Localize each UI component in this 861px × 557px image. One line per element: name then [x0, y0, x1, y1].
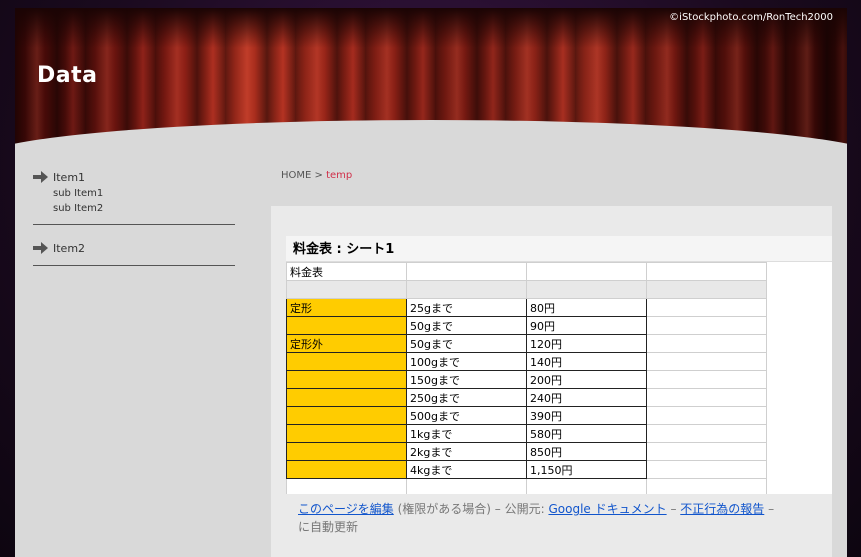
sidebar-item-item2[interactable]: Item2 [33, 239, 235, 257]
page-container: Data ©iStockphoto.com/RonTech2000 Item1 … [15, 8, 847, 557]
table-row: 50gまで 90円 [286, 316, 767, 335]
table-cell [646, 298, 767, 317]
table-row: 1kgまで 580円 [286, 424, 767, 443]
table-cell [646, 280, 767, 299]
table-cell [286, 442, 407, 461]
table-cell [646, 352, 767, 371]
edit-page-link[interactable]: このページを編集 [298, 502, 394, 516]
table-cell [286, 316, 407, 335]
report-abuse-link[interactable]: 不正行為の報告 [680, 502, 764, 516]
breadcrumb-home[interactable]: HOME [281, 170, 311, 181]
table-cell: 140円 [526, 352, 647, 371]
table-cell [646, 406, 767, 425]
sidebar-item-label: Item2 [53, 241, 86, 255]
published-by-label: 公開元: [504, 502, 549, 516]
table-cell: 25gまで [406, 298, 527, 317]
table-row: 250gまで 240円 [286, 388, 767, 407]
table-row: 2kgまで 850円 [286, 442, 767, 461]
table-cell [286, 352, 407, 371]
table-cell [646, 388, 767, 407]
table-cell [646, 442, 767, 461]
table-cell: 390円 [526, 406, 647, 425]
table-cell: 580円 [526, 424, 647, 443]
table-row: 100gまで 140円 [286, 352, 767, 371]
table-cell: 1kgまで [406, 424, 527, 443]
auto-update-note: に自動更新 [298, 520, 359, 534]
table-row: 料金表 [286, 262, 767, 281]
sheet-title: 料金表 : シート1 [286, 236, 832, 262]
table-cell: 4kgまで [406, 460, 527, 479]
table-cell: 240円 [526, 388, 647, 407]
table-cell [526, 280, 647, 299]
table-cell [646, 460, 767, 479]
table-cell [646, 370, 767, 389]
sidebar-subitem-2[interactable]: sub Item2 [33, 201, 235, 216]
table-cell: 80円 [526, 298, 647, 317]
table-cell: 料金表 [286, 262, 407, 281]
table-row: 4kgまで 1,150円 [286, 460, 767, 479]
table-cell [286, 370, 407, 389]
table-cell: 50gまで [406, 316, 527, 335]
table-cell [286, 460, 407, 479]
table-cell [286, 406, 407, 425]
sidebar-subitem-1[interactable]: sub Item1 [33, 186, 235, 201]
footer-separator: – [670, 502, 677, 516]
table-cell [406, 262, 527, 281]
table-cell [406, 280, 527, 299]
table-cell: 定形外 [286, 334, 407, 353]
table-cell [646, 316, 767, 335]
table-row: 150gまで 200円 [286, 370, 767, 389]
sidebar: Item1 sub Item1 sub Item2 Item2 [33, 168, 235, 280]
table-cell [526, 262, 647, 281]
footer-separator: – [768, 502, 775, 516]
table-cell: 850円 [526, 442, 647, 461]
sidebar-item-label: Item1 [53, 170, 86, 184]
table-cell: 250gまで [406, 388, 527, 407]
table-cell [646, 262, 767, 281]
nav-group-item2: Item2 [33, 239, 235, 266]
sidebar-item-item1[interactable]: Item1 [33, 168, 235, 186]
table-cell: 200円 [526, 370, 647, 389]
breadcrumb: HOME > temp [281, 170, 352, 181]
arrow-right-icon [33, 242, 49, 254]
site-title[interactable]: Data [37, 63, 97, 88]
table-cell: 90円 [526, 316, 647, 335]
table-cell [286, 424, 407, 443]
table-cell: 定形 [286, 298, 407, 317]
edit-note: (権限がある場合) [393, 502, 491, 516]
breadcrumb-current: temp [326, 170, 353, 181]
table-cell: 50gまで [406, 334, 527, 353]
table-cell: 120円 [526, 334, 647, 353]
breadcrumb-separator: > [311, 170, 327, 181]
table-cell: 2kgまで [406, 442, 527, 461]
google-docs-link[interactable]: Google ドキュメント [548, 502, 666, 516]
header-banner: Data ©iStockphoto.com/RonTech2000 [15, 8, 847, 160]
table-cell [646, 334, 767, 353]
table-cell: 150gまで [406, 370, 527, 389]
main-content: 料金表 : シート1 料金表 定形 25gまで 80円 50gまで 90円 定形… [271, 206, 832, 557]
arrow-right-icon [33, 171, 49, 183]
table-cell: 100gまで [406, 352, 527, 371]
table-row: 定形外 50gまで 120円 [286, 334, 767, 353]
table-cell: 1,150円 [526, 460, 647, 479]
table-cell [646, 424, 767, 443]
table-cell [286, 280, 407, 299]
table-cell: 500gまで [406, 406, 527, 425]
table-row [286, 280, 767, 299]
footer-separator: – [494, 502, 501, 516]
docs-footer: このページを編集 (権限がある場合) – 公開元: Google ドキュメント … [286, 494, 832, 554]
table-row: 定形 25gまで 80円 [286, 298, 767, 317]
price-table: 料金表 定形 25gまで 80円 50gまで 90円 定形外 50gまで 120円 100gまで… [286, 262, 767, 497]
image-credit: ©iStockphoto.com/RonTech2000 [669, 12, 833, 23]
table-cell [286, 388, 407, 407]
nav-group-item1: Item1 sub Item1 sub Item2 [33, 168, 235, 225]
table-row: 500gまで 390円 [286, 406, 767, 425]
